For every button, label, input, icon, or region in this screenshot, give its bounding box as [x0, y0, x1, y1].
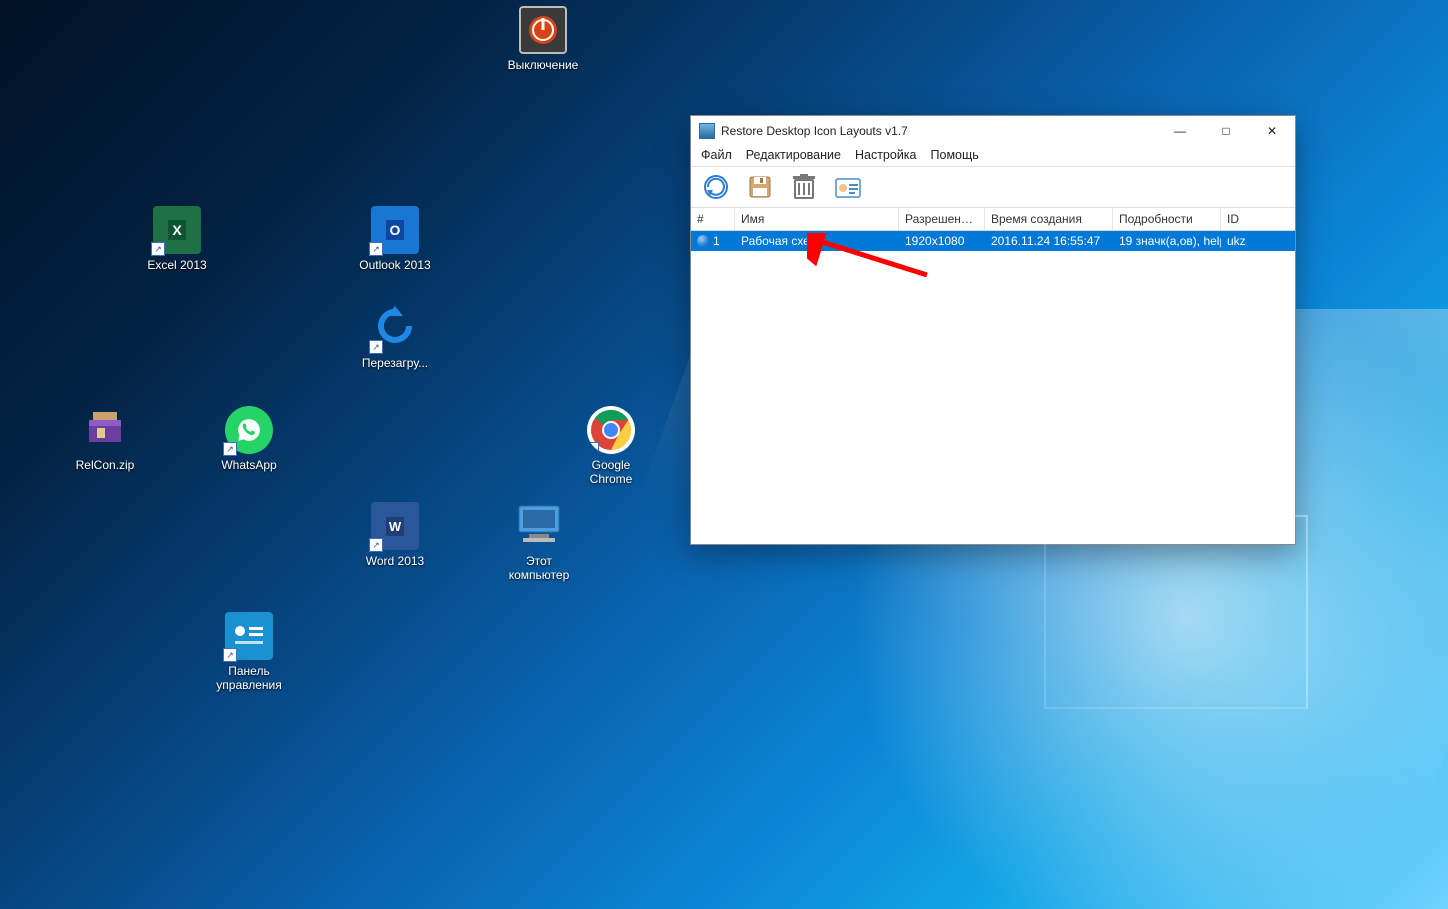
menu-help[interactable]: Помощь: [931, 148, 979, 162]
control-panel-icon: ↗: [225, 612, 273, 660]
desktop-icon-label: WhatsApp: [221, 458, 276, 472]
desktop-icon-excel[interactable]: X ↗ Excel 2013: [132, 206, 222, 272]
row-status-icon: [697, 235, 709, 247]
grid-row[interactable]: 1 Рабочая схема 1920x1080 2016.11.24 16:…: [691, 231, 1295, 251]
minimize-button[interactable]: —: [1157, 116, 1203, 146]
cell-id: ukz: [1221, 234, 1271, 248]
titlebar[interactable]: Restore Desktop Icon Layouts v1.7 — □ ✕: [691, 116, 1295, 146]
desktop-icon-label: Word 2013: [366, 554, 424, 568]
col-created[interactable]: Время создания: [985, 208, 1113, 230]
window-controls: — □ ✕: [1157, 116, 1295, 146]
col-details[interactable]: Подробности: [1113, 208, 1221, 230]
app-window[interactable]: Restore Desktop Icon Layouts v1.7 — □ ✕ …: [690, 115, 1296, 545]
col-name[interactable]: Имя: [735, 208, 899, 230]
excel-icon: X ↗: [153, 206, 201, 254]
outlook-icon: O ↗: [371, 206, 419, 254]
computer-icon: [515, 502, 563, 550]
tool-restore-button[interactable]: [699, 171, 733, 203]
desktop-icon-label: Этот компьютер: [509, 554, 570, 582]
tool-delete-button[interactable]: [787, 171, 821, 203]
chrome-icon: ↗: [587, 406, 635, 454]
desktop-icon-outlook[interactable]: O ↗ Outlook 2013: [350, 206, 440, 272]
menu-settings[interactable]: Настройка: [855, 148, 917, 162]
cell-details: 19 значк(а,ов), help: [1113, 234, 1221, 248]
desktop-icon-label: Outlook 2013: [359, 258, 430, 272]
maximize-button[interactable]: □: [1203, 116, 1249, 146]
desktop-icon-control-panel[interactable]: ↗ Панель управления: [204, 612, 294, 692]
word-icon: W ↗: [371, 502, 419, 550]
desktop-icon-word[interactable]: W ↗ Word 2013: [350, 502, 440, 568]
cell-created: 2016.11.24 16:55:47: [985, 234, 1113, 248]
desktop-icon-label: Панель управления: [216, 664, 281, 692]
window-title: Restore Desktop Icon Layouts v1.7: [721, 124, 908, 138]
restart-icon: ↗: [371, 304, 419, 352]
cell-name: Рабочая схема: [735, 234, 899, 248]
menubar: Файл Редактирование Настройка Помощь: [691, 146, 1295, 167]
desktop-icon-relcon-zip[interactable]: RelCon.zip: [60, 406, 150, 472]
cell-resolution: 1920x1080: [899, 234, 985, 248]
desktop-icon-label: RelCon.zip: [76, 458, 135, 472]
desktop-icon-shutdown[interactable]: Выключение: [498, 6, 588, 72]
desktop-icon-label: Google Chrome: [590, 458, 633, 486]
tool-about-button[interactable]: [831, 171, 865, 203]
shutdown-icon: [519, 6, 567, 54]
desktop-icon-label: Выключение: [508, 58, 579, 72]
app-icon: [699, 123, 715, 139]
desktop[interactable]: Выключение X ↗ Excel 2013 O ↗ Outlook 20…: [0, 0, 1448, 909]
col-resolution[interactable]: Разрешение ...: [899, 208, 985, 230]
tool-save-button[interactable]: [743, 171, 777, 203]
desktop-icon-label: Excel 2013: [147, 258, 206, 272]
desktop-icon-label: Перезагру...: [362, 356, 428, 370]
menu-edit[interactable]: Редактирование: [746, 148, 841, 162]
col-id[interactable]: ID: [1221, 208, 1271, 230]
whatsapp-icon: ↗: [225, 406, 273, 454]
col-number[interactable]: #: [691, 208, 735, 230]
close-button[interactable]: ✕: [1249, 116, 1295, 146]
grid-header: # Имя Разрешение ... Время создания Подр…: [691, 208, 1295, 231]
desktop-icon-chrome[interactable]: ↗ Google Chrome: [566, 406, 656, 486]
grid-body[interactable]: 1 Рабочая схема 1920x1080 2016.11.24 16:…: [691, 231, 1295, 544]
cell-number-text: 1: [713, 234, 720, 248]
winrar-icon: [81, 406, 129, 454]
menu-file[interactable]: Файл: [701, 148, 732, 162]
toolbar: [691, 167, 1295, 208]
desktop-icon-this-pc[interactable]: Этот компьютер: [494, 502, 584, 582]
cell-number: 1: [691, 234, 735, 248]
desktop-icon-restart[interactable]: ↗ Перезагру...: [350, 304, 440, 370]
desktop-icon-whatsapp[interactable]: ↗ WhatsApp: [204, 406, 294, 472]
